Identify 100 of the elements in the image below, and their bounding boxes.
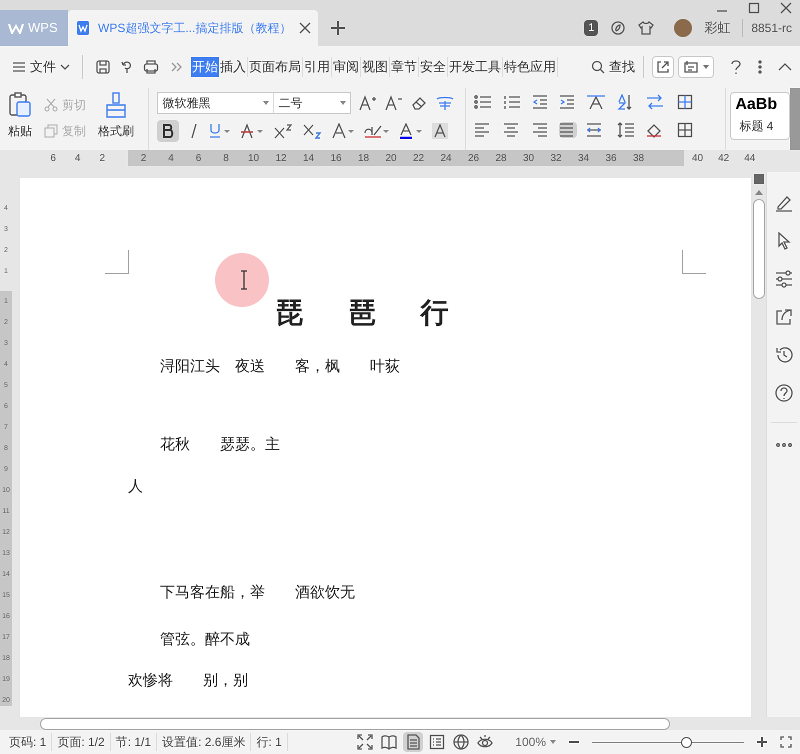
bullet-list-icon[interactable] — [474, 94, 494, 110]
paste-button[interactable]: 粘贴 — [8, 92, 32, 140]
ribbon-tab[interactable]: 开发工具 — [448, 57, 503, 77]
more-icon[interactable] — [776, 443, 792, 447]
ribbon-tab[interactable]: 安全 — [419, 57, 448, 77]
more-vertical-icon[interactable] — [758, 60, 762, 74]
avatar[interactable] — [674, 19, 692, 37]
help-icon[interactable] — [730, 59, 742, 75]
clipboard-icon — [8, 92, 32, 118]
increase-indent-icon[interactable] — [558, 94, 577, 110]
character-spacing-icon[interactable] — [586, 94, 608, 110]
file-menu[interactable]: 文件 — [8, 57, 74, 77]
chevron-down-icon[interactable] — [60, 64, 70, 70]
zoom-slider-thumb[interactable] — [681, 736, 692, 748]
style-preview[interactable]: AaBb 标题 4 — [730, 92, 790, 140]
menu-icon[interactable] — [12, 61, 26, 73]
ruler-number: 30 — [523, 152, 534, 166]
shirt-icon[interactable] — [638, 20, 654, 36]
ribbon-tab[interactable]: 章节 — [390, 57, 419, 77]
maximize-icon[interactable] — [748, 2, 760, 14]
status-text: 节: 1/1 — [110, 733, 158, 751]
phonetic-icon[interactable] — [435, 95, 456, 111]
status-text: 设置值: 2.6厘米 — [157, 733, 252, 751]
document-icon[interactable] — [76, 20, 90, 36]
ribbon-tab[interactable]: 开始 — [191, 57, 219, 77]
ribbon-tab[interactable]: 引用 — [303, 57, 332, 77]
font-color-icon[interactable] — [399, 123, 424, 139]
save-icon[interactable] — [95, 59, 111, 75]
add-tab-icon[interactable] — [330, 20, 346, 36]
eraser-icon[interactable] — [411, 95, 428, 111]
ribbon-tab[interactable]: 页面布局 — [248, 57, 303, 77]
margin-corner-mark — [682, 250, 706, 274]
decrease-indent-icon[interactable] — [532, 94, 550, 110]
shrink-font-icon[interactable] — [385, 95, 404, 111]
book-icon[interactable] — [379, 732, 400, 752]
underline-icon[interactable] — [209, 123, 232, 139]
paragraph-text: 人 — [128, 477, 143, 497]
paragraph-text: 欢惨将 别，别 — [128, 670, 248, 690]
page-icon[interactable] — [403, 732, 424, 752]
paragraph-text: 管弦。醉不成 — [160, 630, 250, 650]
collapse-icon[interactable] — [778, 63, 792, 71]
scroll-up-icon[interactable] — [755, 190, 763, 195]
ruler-number: 24 — [440, 152, 452, 166]
ruler-toggle-icon[interactable] — [754, 174, 764, 184]
style-name: 标题 4 — [738, 118, 774, 135]
ruler-number: 36 — [606, 152, 616, 166]
align-right-icon[interactable] — [532, 122, 550, 138]
help-icon[interactable] — [774, 384, 792, 402]
font-selector[interactable]: 微软雅黑 二号 — [157, 92, 352, 114]
subscript-icon[interactable] — [302, 123, 322, 139]
close-icon[interactable] — [299, 22, 312, 34]
ruler-number: 10 — [248, 152, 259, 166]
ruler-number: 2 — [140, 152, 148, 166]
superscript-icon[interactable] — [273, 123, 294, 139]
ribbon-tab[interactable]: 特色应用 — [503, 57, 558, 77]
share-icon[interactable] — [774, 308, 792, 326]
ruler-number: 14 — [303, 152, 314, 166]
horizontal-scrollbar-thumb[interactable] — [40, 718, 670, 730]
globe-icon[interactable] — [451, 732, 472, 752]
ruler-number: 4 — [74, 152, 80, 166]
strikethrough-icon[interactable] — [240, 123, 264, 139]
ruler-number: 8 — [222, 152, 230, 166]
search-button[interactable]: 查找 — [591, 57, 635, 77]
count-badge: 1 — [584, 20, 598, 36]
fit-window-icon[interactable] — [780, 736, 792, 748]
caret-icon — [340, 101, 346, 105]
grow-font-icon[interactable] — [359, 95, 378, 111]
ribbon-tab[interactable]: 审阅 — [332, 57, 361, 77]
justify-icon[interactable] — [558, 122, 577, 138]
ribbon-tab[interactable]: 插入 — [219, 57, 248, 77]
caret-icon — [703, 65, 709, 69]
close-icon[interactable] — [780, 2, 792, 14]
text-cursor-icon — [240, 270, 248, 290]
sliders-icon[interactable] — [774, 270, 792, 288]
scrollbar-thumb[interactable] — [753, 199, 765, 299]
search-icon[interactable] — [591, 60, 605, 74]
format-painter-button[interactable]: 格式刷 — [98, 92, 134, 140]
comment-button[interactable] — [678, 56, 714, 78]
history-icon[interactable] — [774, 346, 792, 364]
share-button[interactable] — [652, 56, 674, 78]
numbered-list-icon[interactable] — [502, 94, 523, 110]
text-effect-icon[interactable] — [331, 123, 356, 139]
caret-icon — [263, 101, 270, 105]
ruler-number: 40 — [692, 152, 704, 166]
ruler-number: 2 — [99, 152, 105, 166]
ruler-number: 38 — [633, 152, 644, 166]
scissors-icon — [44, 98, 58, 112]
account-name[interactable]: 8851-rc — [742, 19, 792, 37]
character-shading-icon[interactable] — [432, 123, 448, 139]
fullscreen-icon[interactable] — [355, 732, 376, 752]
zoom-dropdown[interactable]: 100% — [515, 733, 556, 751]
ruler-number: 16 — [330, 152, 342, 166]
user-name[interactable]: 彩虹 — [704, 18, 730, 38]
pen-icon[interactable] — [774, 194, 792, 212]
bold-button[interactable] — [157, 120, 180, 142]
highlight-icon[interactable] — [364, 123, 390, 139]
print-icon[interactable] — [143, 59, 159, 75]
document-title: 琵琶行 — [275, 296, 494, 330]
zoom-in-icon[interactable] — [756, 736, 768, 748]
ribbon-tab[interactable]: 视图 — [361, 57, 390, 77]
